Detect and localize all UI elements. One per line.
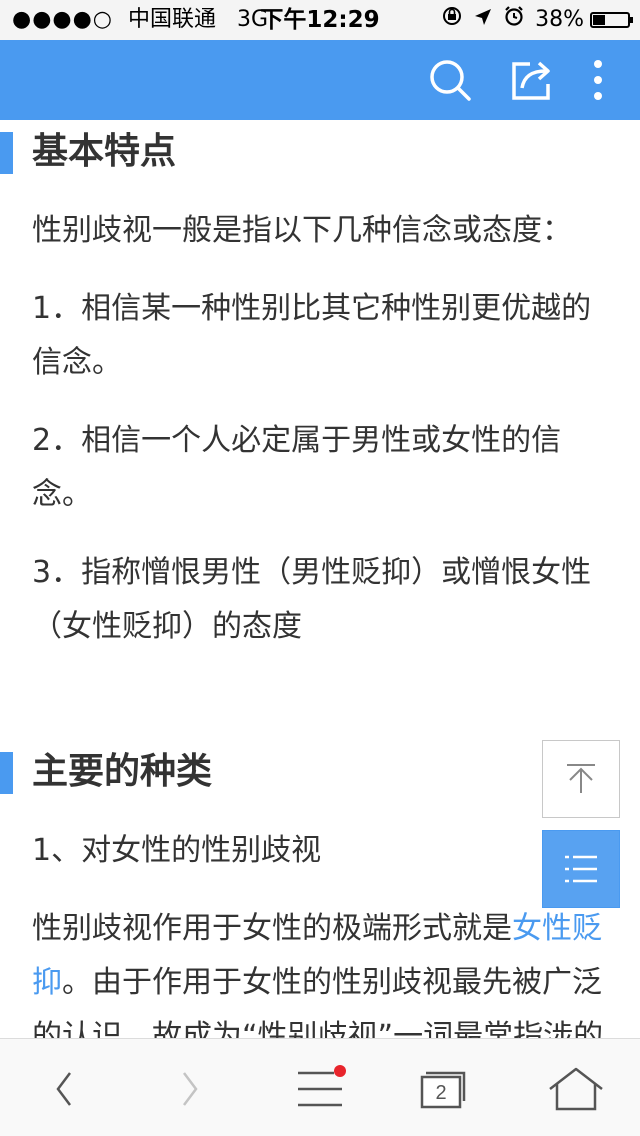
intro-paragraph: 性别歧视一般是指以下几种信念或态度： bbox=[32, 213, 572, 248]
section-title-text: 主要的种类 bbox=[32, 751, 213, 792]
tabs-count: 2 bbox=[435, 1082, 446, 1104]
menu-button[interactable] bbox=[290, 1059, 350, 1119]
search-button[interactable] bbox=[426, 56, 474, 104]
section-marker bbox=[0, 752, 13, 794]
share-button[interactable] bbox=[508, 56, 556, 104]
forward-icon bbox=[183, 1072, 198, 1106]
list-item: 1．相信某一种性别比其它种性别更优越的信念。 bbox=[32, 291, 592, 380]
notification-dot bbox=[334, 1065, 346, 1077]
home-button[interactable] bbox=[546, 1059, 606, 1119]
list-item: 3．指称憎恨男性（男性贬抑）或憎恨女性（女性贬抑）的态度 bbox=[32, 555, 592, 644]
paragraph-text: 。由于作用于女性的性别歧视最先被广泛的认识，故成为“性别歧视”一词最常指涉的范围… bbox=[32, 965, 604, 1038]
back-to-top-icon bbox=[567, 764, 595, 793]
alarm-icon bbox=[503, 0, 525, 40]
status-right: 38% bbox=[441, 0, 633, 40]
section-heading: 基本特点 bbox=[0, 120, 640, 184]
body-paragraph: 性别歧视作用于女性的极端形式就是女性贬抑。由于作用于女性的性别歧视最先被广泛的认… bbox=[0, 902, 640, 1038]
forward-button[interactable] bbox=[160, 1059, 220, 1119]
back-to-top-button[interactable] bbox=[542, 740, 620, 818]
more-vertical-icon bbox=[594, 60, 602, 100]
section-marker bbox=[0, 132, 13, 174]
browser-bottom-bar: 2 bbox=[0, 1038, 640, 1136]
paragraph-text: 性别歧视作用于女性的极端形式就是 bbox=[32, 911, 512, 946]
menu-icon bbox=[298, 1065, 346, 1107]
back-icon bbox=[56, 1072, 71, 1106]
table-of-contents-button[interactable] bbox=[542, 830, 620, 908]
status-bar: ●●●●○ 中国联通 3G 下午12:29 38% bbox=[0, 0, 640, 40]
home-icon bbox=[549, 1067, 603, 1111]
tabs-icon: 2 bbox=[420, 1071, 466, 1109]
battery-percent: 38% bbox=[535, 7, 584, 32]
table-of-contents-icon bbox=[565, 855, 597, 883]
share-icon bbox=[512, 61, 550, 100]
battery-icon bbox=[590, 12, 633, 28]
section-title-text: 基本特点 bbox=[32, 131, 177, 172]
search-icon bbox=[430, 60, 471, 101]
app-toolbar bbox=[0, 40, 640, 120]
list-item: 2．相信一个人必定属于男性或女性的信念。 bbox=[32, 423, 562, 512]
more-options-button[interactable] bbox=[574, 56, 622, 104]
back-button[interactable] bbox=[34, 1059, 94, 1119]
location-arrow-icon bbox=[473, 0, 493, 40]
orientation-lock-icon bbox=[441, 0, 463, 40]
tabs-button[interactable]: 2 bbox=[412, 1059, 472, 1119]
